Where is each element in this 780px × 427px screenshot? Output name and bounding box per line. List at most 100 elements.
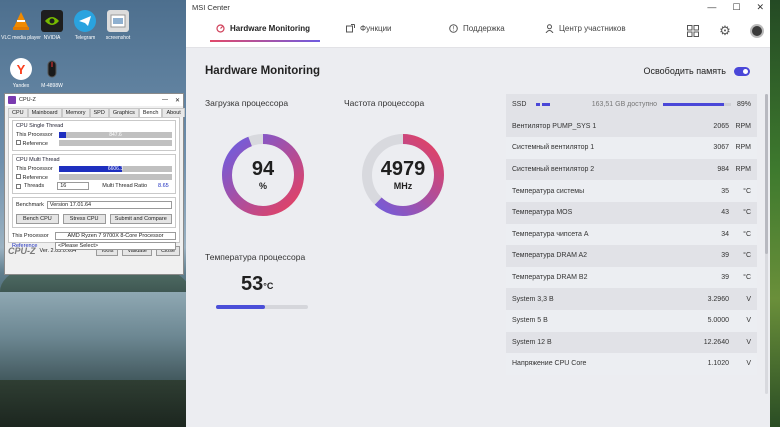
sensor-list: SSD 163,51 GB доступно 89% Вентилятор PU… — [506, 94, 757, 375]
sensor-unit: °C — [743, 187, 751, 195]
gear-icon[interactable]: ⚙ — [718, 23, 732, 38]
sensor-scrollbar[interactable] — [765, 94, 768, 394]
sensor-value: 5.0000 — [707, 317, 729, 325]
sensor-unit: RPM — [735, 144, 751, 152]
sensor-value: 3067 — [713, 144, 729, 152]
free-memory-control: Освободить память — [644, 66, 750, 76]
reference-select[interactable]: <Please Select> — [55, 242, 176, 250]
multi-reference-label: Reference — [22, 174, 48, 181]
ssd-usage-fill — [663, 103, 724, 107]
sensor-name: Температура чипсета A — [512, 230, 589, 238]
sensor-value: 1.1020 — [707, 360, 729, 368]
tab-features[interactable]: Функции — [346, 24, 392, 33]
ratio-value: 8.65 — [158, 183, 169, 189]
close-icon[interactable]: ✕ — [756, 2, 764, 13]
maximize-icon[interactable]: ☐ — [732, 2, 740, 13]
telegram-icon — [74, 10, 96, 32]
cpuz-tab-spd[interactable]: SPD — [89, 108, 109, 117]
tab-label: Функции — [360, 24, 392, 33]
tab-member-center[interactable]: Центр участников — [545, 24, 626, 33]
bench-cpu-button[interactable]: Bench CPU — [16, 213, 59, 224]
single-this-bar: 847.6 — [59, 132, 172, 138]
tab-label: Hardware Monitoring — [230, 24, 311, 33]
sensor-unit: V — [746, 317, 751, 325]
free-memory-toggle[interactable] — [734, 66, 750, 76]
sensor-row: Вентилятор PUMP_SYS 1 2065 RPM — [506, 115, 757, 138]
msi-titlebar[interactable]: MSI Center — ☐ ✕ — [186, 0, 770, 15]
sensor-row: System 12 В 12.2640 V — [506, 331, 757, 354]
grid-icon[interactable] — [686, 24, 700, 38]
cpuz-tab-graphics[interactable]: Graphics — [108, 108, 139, 117]
minimize-icon[interactable]: — — [162, 97, 168, 104]
sensor-value: 3.2960 — [707, 295, 729, 303]
single-this-label: This Processor — [16, 132, 53, 138]
cpu-load-value: 94 — [251, 158, 275, 180]
single-reference-bar — [59, 140, 172, 146]
cpuz-tab-mainboard[interactable]: Mainboard — [27, 108, 62, 117]
submit-compare-button[interactable]: Submit and Compare — [109, 213, 172, 224]
tab-support[interactable]: ! Поддержка — [449, 24, 505, 33]
sensor-unit: RPM — [735, 166, 751, 174]
cpuz-titlebar[interactable]: CPU-Z — ✕ — [5, 94, 183, 106]
sensor-row: System 5 В 5.0000 V — [506, 309, 757, 332]
desktop-icon-screenshot[interactable]: screenshot — [97, 10, 139, 41]
cpuz-logo-icon — [8, 96, 16, 104]
sensor-name: Напряжение CPU Core — [512, 360, 587, 368]
tab-label: Поддержка — [463, 24, 505, 33]
sensor-name: Вентилятор PUMP_SYS 1 — [512, 122, 597, 130]
sensor-value: 43 — [721, 209, 729, 217]
cpu-temp-readout: 53°C — [241, 273, 273, 296]
sensor-value: 39 — [721, 252, 729, 260]
avatar[interactable] — [750, 24, 764, 38]
cpu-freq-gauge: 4979 MHz — [358, 130, 448, 220]
sensor-unit: V — [746, 360, 751, 368]
features-icon — [346, 24, 355, 33]
benchmark-version-select[interactable]: Version 17.01.64 — [46, 201, 172, 209]
benchmark-label: Benchmark — [16, 202, 44, 208]
scrollbar-thumb[interactable] — [765, 94, 768, 254]
tab-hardware-monitoring[interactable]: Hardware Monitoring — [209, 24, 321, 42]
minimize-icon[interactable]: — — [707, 2, 716, 13]
sensor-name: Температура MOS — [512, 209, 573, 217]
cpu-freq-unit: MHz — [393, 181, 413, 191]
page-title: Hardware Monitoring — [205, 65, 321, 77]
cpuz-tab-bench[interactable]: Bench — [138, 108, 163, 117]
sensor-name: System 12 В — [512, 338, 552, 346]
monitor-icon — [216, 24, 225, 33]
desktop-icon-mouse[interactable]: M-4898W — [31, 58, 73, 89]
ssd-icon — [536, 103, 551, 107]
cpuz-window: CPU-Z — ✕ CPU Mainboard Memory SPD Graph… — [4, 93, 185, 275]
sensor-value: 39 — [721, 274, 729, 282]
cpuz-tab-about[interactable]: About — [162, 108, 185, 117]
sensor-unit: °C — [743, 274, 751, 282]
stress-cpu-button[interactable]: Stress CPU — [62, 213, 106, 224]
sensor-row: Температура MOS 43 °C — [506, 201, 757, 224]
multi-reference-checkbox[interactable] — [16, 173, 21, 179]
msi-center-window: MSI Center — ☐ ✕ Hardware Monitoring Фун… — [186, 0, 770, 427]
cpu-freq-value: 4979 — [380, 158, 426, 180]
sensor-unit: V — [746, 295, 751, 303]
threads-select[interactable]: 16 — [57, 182, 90, 190]
close-icon[interactable]: ✕ — [175, 97, 180, 104]
mouse-icon — [41, 58, 63, 80]
multi-this-value: 6606.3 — [107, 166, 124, 172]
this-processor-value: AMD Ryzen 7 9700X 8-Core Processor — [55, 232, 176, 240]
cpuz-tab-memory[interactable]: Memory — [61, 108, 90, 117]
single-thread-group: CPU Single Thread This Processor 847.6 R… — [12, 120, 176, 151]
ssd-free: 163,51 GB доступно — [591, 101, 657, 109]
single-this-value: 847.6 — [109, 132, 122, 138]
nvidia-icon — [41, 10, 63, 32]
cpu-temp-unit: °C — [263, 281, 274, 291]
single-reference-checkbox[interactable] — [16, 139, 21, 145]
sensor-name: Температура DRAM B2 — [512, 274, 588, 282]
sensor-value: 35 — [721, 187, 729, 195]
sensor-unit: RPM — [735, 122, 751, 130]
cpuz-tab-cpu[interactable]: CPU — [8, 108, 28, 117]
cpu-load-gauge: 94 % — [218, 130, 308, 220]
threads-label: Threads — [24, 183, 45, 189]
sensor-row: Температура чипсета A 34 °C — [506, 223, 757, 246]
sensor-row: System 3,3 В 3.2960 V — [506, 288, 757, 310]
sensor-row: Температура DRAM A2 39 °C — [506, 245, 757, 267]
support-icon: ! — [449, 24, 458, 33]
threads-checkbox[interactable] — [16, 183, 21, 189]
